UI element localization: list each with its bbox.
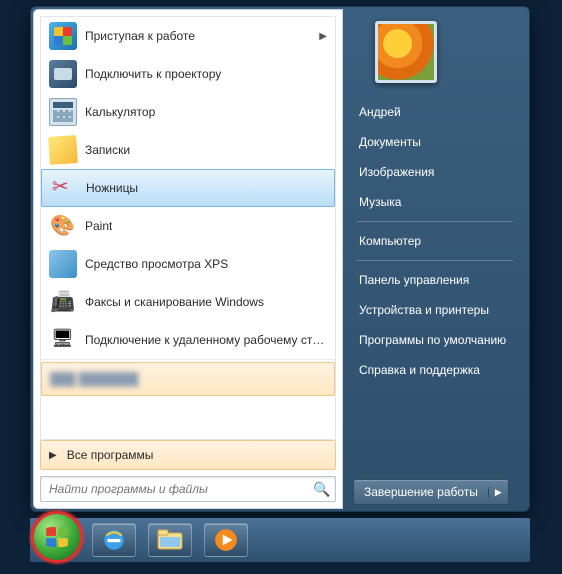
shutdown-label: Завершение работы xyxy=(354,485,488,499)
pictures-link[interactable]: Изображения xyxy=(347,157,523,187)
all-programs-label: Все программы xyxy=(67,448,154,462)
sticky-notes-icon xyxy=(48,135,78,165)
shutdown-row: Завершение работы ▶ xyxy=(347,479,523,505)
program-item-calculator[interactable]: Калькулятор xyxy=(41,93,335,131)
program-label: Средство просмотра XPS xyxy=(85,257,228,271)
fax-scan-icon xyxy=(49,288,77,316)
taskbar-ie-button[interactable] xyxy=(92,523,136,557)
program-item-xps-viewer[interactable]: Средство просмотра XPS xyxy=(41,245,335,283)
submenu-arrow-icon: ▶ xyxy=(319,31,327,42)
taskbar-media-player-button[interactable] xyxy=(204,523,248,557)
snipping-tool-icon xyxy=(50,174,78,202)
program-label: Факсы и сканирование Windows xyxy=(85,295,264,309)
triangle-right-icon: ▶ xyxy=(49,450,57,461)
xps-viewer-icon xyxy=(49,250,77,278)
projector-icon xyxy=(49,60,77,88)
start-menu: Приступая к работе ▶ Подключить к проект… xyxy=(30,6,530,512)
separator xyxy=(357,260,513,261)
program-item-remote-desktop[interactable]: Подключение к удаленному рабочему столу xyxy=(41,321,335,359)
start-menu-right-panel: Андрей Документы Изображения Музыка Комп… xyxy=(345,7,529,511)
search-icon[interactable]: 🔍 xyxy=(309,481,335,498)
documents-link[interactable]: Документы xyxy=(347,127,523,157)
ie-icon xyxy=(101,527,127,553)
start-menu-left-panel: Приступая к работе ▶ Подключить к проект… xyxy=(33,9,343,509)
remote-desktop-icon xyxy=(49,326,77,354)
program-label: Записки xyxy=(85,143,130,157)
shutdown-button[interactable]: Завершение работы ▶ xyxy=(353,479,509,505)
program-item-obscured[interactable]: ███ ███████ xyxy=(41,362,335,396)
search-input[interactable] xyxy=(41,482,309,496)
windows-logo-icon xyxy=(44,524,70,550)
search-box[interactable]: 🔍 xyxy=(40,476,336,502)
separator xyxy=(41,359,335,360)
right-link-list: Андрей Документы Изображения Музыка Комп… xyxy=(347,97,523,385)
control-panel-link[interactable]: Панель управления xyxy=(347,265,523,295)
help-support-link[interactable]: Справка и поддержка xyxy=(347,355,523,385)
program-label: Подключение к удаленному рабочему столу xyxy=(85,333,327,347)
program-item-paint[interactable]: Paint xyxy=(41,207,335,245)
program-list: Приступая к работе ▶ Подключить к проект… xyxy=(40,16,336,440)
default-programs-link[interactable]: Программы по умолчанию xyxy=(347,325,523,355)
start-button[interactable] xyxy=(34,514,80,560)
paint-icon xyxy=(49,212,77,240)
all-programs-button[interactable]: ▶ Все программы xyxy=(40,440,336,470)
program-item-projector[interactable]: Подключить к проектору xyxy=(41,55,335,93)
separator xyxy=(357,221,513,222)
program-item-getting-started[interactable]: Приступая к работе ▶ xyxy=(41,17,335,55)
taskbar-explorer-button[interactable] xyxy=(148,523,192,557)
flag-icon xyxy=(49,22,77,50)
program-label: Калькулятор xyxy=(85,105,155,119)
computer-link[interactable]: Компьютер xyxy=(347,226,523,256)
taskbar xyxy=(30,518,530,562)
program-item-snipping-tool[interactable]: Ножницы xyxy=(41,169,335,207)
program-label: Приступая к работе xyxy=(85,29,195,43)
shutdown-options-arrow[interactable]: ▶ xyxy=(488,487,508,498)
program-label: Paint xyxy=(85,219,112,233)
media-player-icon xyxy=(213,527,239,553)
explorer-icon xyxy=(157,529,183,551)
obscured-label: ███ ███████ xyxy=(50,372,138,386)
devices-printers-link[interactable]: Устройства и принтеры xyxy=(347,295,523,325)
music-link[interactable]: Музыка xyxy=(347,187,523,217)
user-picture[interactable] xyxy=(375,21,437,83)
program-label: Ножницы xyxy=(86,181,138,195)
user-name-link[interactable]: Андрей xyxy=(347,97,523,127)
program-label: Подключить к проектору xyxy=(85,67,221,81)
program-item-fax-scan[interactable]: Факсы и сканирование Windows xyxy=(41,283,335,321)
program-item-sticky-notes[interactable]: Записки xyxy=(41,131,335,169)
calculator-icon xyxy=(49,98,77,126)
